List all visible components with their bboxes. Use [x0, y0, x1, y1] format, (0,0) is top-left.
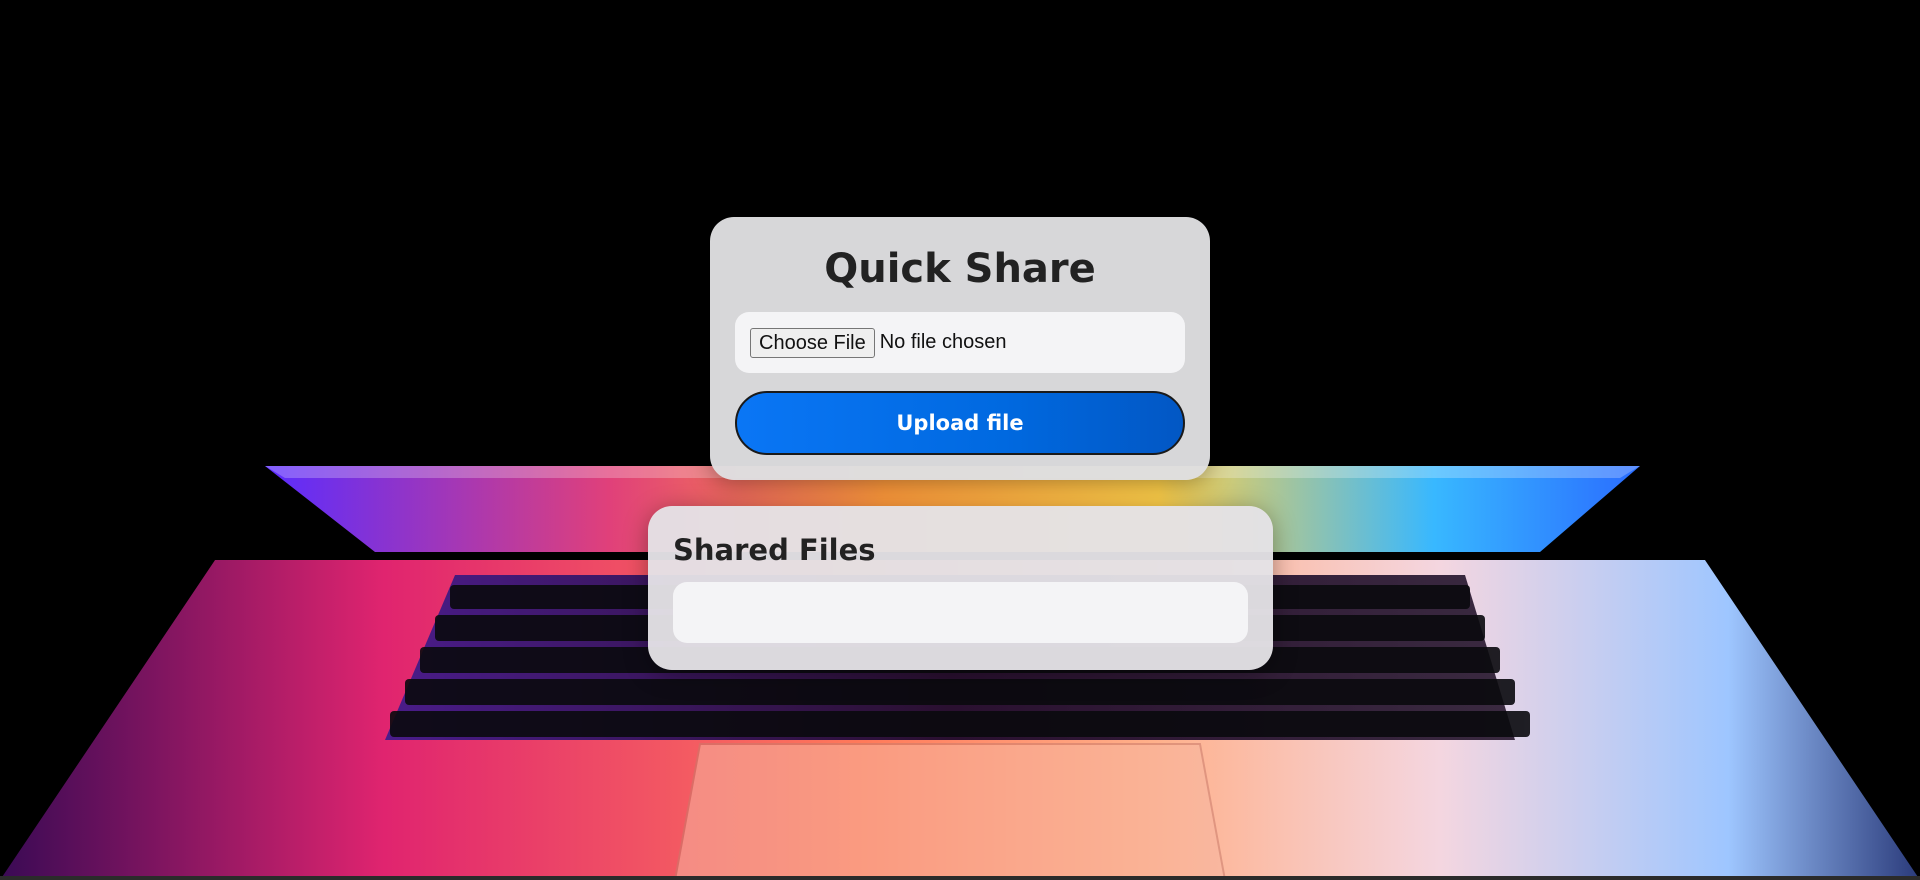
- shared-files-card: Shared Files: [648, 506, 1273, 670]
- shared-files-title: Shared Files: [673, 533, 876, 567]
- upload-file-button[interactable]: Upload file: [735, 391, 1185, 455]
- shared-files-list: [673, 582, 1248, 643]
- file-status-text: No file chosen: [879, 331, 1007, 353]
- file-input[interactable]: Choose File No file chosen: [735, 312, 1185, 373]
- page: Quick Share Choose File No file chosen U…: [0, 0, 1920, 880]
- page-title: Quick Share: [824, 246, 1096, 292]
- choose-file-button[interactable]: Choose File: [750, 327, 875, 358]
- quick-share-card: Quick Share Choose File No file chosen U…: [710, 217, 1210, 480]
- bottom-edge: [0, 876, 1920, 880]
